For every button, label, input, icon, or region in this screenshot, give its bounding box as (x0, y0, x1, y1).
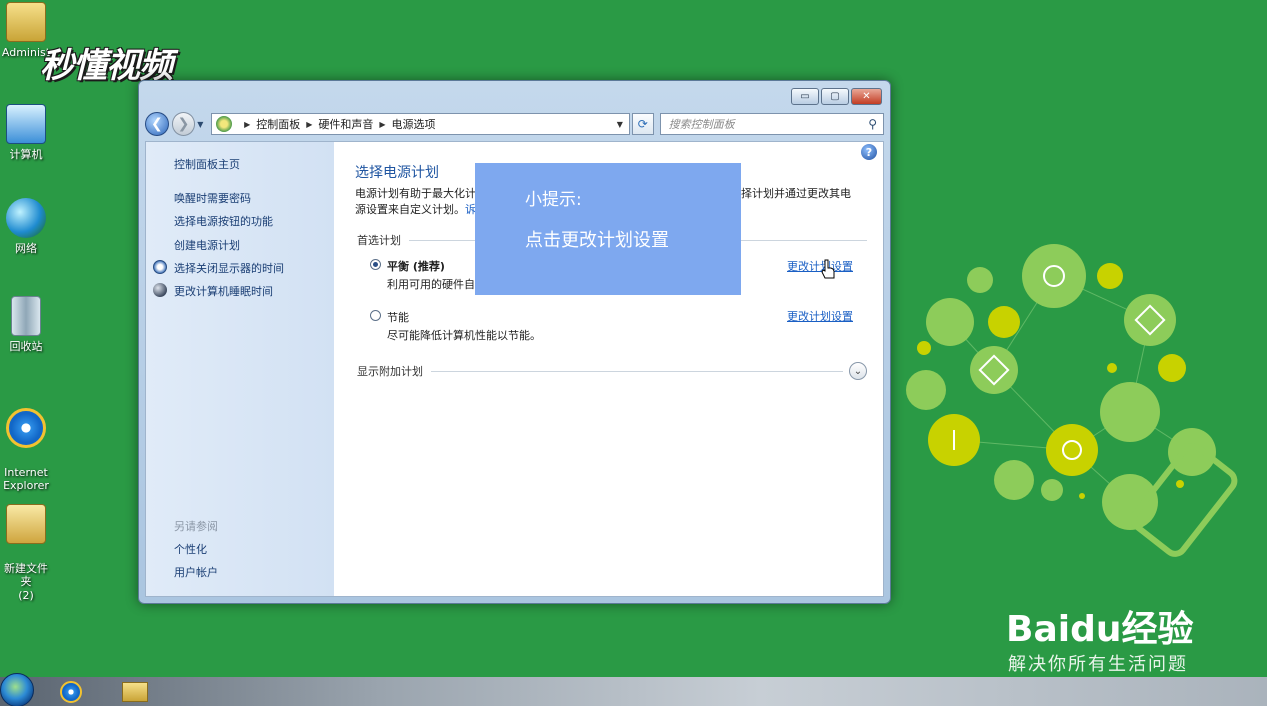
sidebar-link-create-plan[interactable]: 创建电源计划 (174, 237, 240, 253)
sidebar-link-home[interactable]: 控制面板主页 (174, 156, 240, 172)
chevron-down-icon[interactable]: ⌄ (849, 362, 867, 380)
sidebar-link-user-accounts[interactable]: 用户帐户 (174, 564, 218, 580)
search-box[interactable]: 搜索控制面板 ⚲ (659, 113, 884, 135)
plan-name: 平衡 (推荐) (387, 260, 445, 273)
desktop-icon-new-folder[interactable]: 新建文件夹 (2) (0, 490, 52, 617)
page-title: 选择电源计划 (355, 165, 439, 181)
see-also-label: 另请参阅 (174, 520, 218, 533)
decorative-brain-graphic (906, 244, 1238, 557)
divider (431, 370, 843, 372)
change-plan-settings-link-power-saver[interactable]: 更改计划设置 (787, 308, 853, 324)
breadcrumb-control-panel[interactable]: 控制面板 (256, 116, 300, 132)
desktop-icon-label: 计算机 (9, 148, 43, 161)
power-options-window: ▭ ▢ ✕ ❮ ❯ ▼ ▶ 控制面板 ▶ 硬件和声音 ▶ 电源选项 ▼ ⟳ 搜索… (138, 80, 891, 604)
windows-start-button[interactable] (0, 672, 34, 706)
help-icon[interactable]: ? (861, 144, 877, 160)
back-button[interactable]: ❮ (145, 112, 169, 136)
sleep-moon-icon (153, 283, 167, 297)
network-icon (6, 198, 46, 238)
folder-icon (6, 503, 46, 544)
sidebar-link-sleep-time[interactable]: 更改计算机睡眠时间 (174, 283, 273, 299)
plan-radio-selected[interactable] (370, 259, 381, 270)
control-panel-icon (216, 116, 233, 132)
preferred-plans-label: 首选计划 (357, 234, 401, 247)
additional-plans-header[interactable]: 显示附加计划 ⌄ (357, 362, 867, 380)
taskbar (0, 672, 1267, 706)
plan-name: 节能 (387, 311, 409, 324)
display-clock-icon (153, 260, 167, 274)
address-dropdown-icon[interactable]: ▼ (611, 120, 629, 129)
desktop-icon-network[interactable]: 网络 (0, 198, 52, 256)
forward-button[interactable]: ❯ (171, 112, 196, 136)
recycle-bin-icon (11, 296, 41, 336)
breadcrumb-hardware-sound[interactable]: 硬件和声音 (318, 116, 373, 132)
computer-icon (6, 104, 46, 144)
user-folder-icon (6, 2, 46, 42)
desktop-icon-label: Internet Explorer (3, 465, 49, 493)
refresh-icon: ⟳ (637, 117, 648, 131)
baidu-slogan: 解决你所有生活问题 (1008, 654, 1188, 675)
plan-description: 尽可能降低计算机性能以节能。 (387, 329, 541, 342)
sidebar-link-display-off[interactable]: 选择关闭显示器的时间 (174, 260, 284, 276)
breadcrumb-separator-icon[interactable]: ▶ (306, 120, 312, 129)
search-input[interactable]: 搜索控制面板 (669, 116, 735, 132)
folder-icon (122, 681, 148, 702)
taskbar-item-explorer[interactable] (108, 677, 162, 706)
sidebar-link-wake-password[interactable]: 唤醒时需要密码 (174, 190, 251, 206)
maximize-button[interactable]: ▢ (821, 88, 849, 105)
navigation-bar: ❮ ❯ ▼ ▶ 控制面板 ▶ 硬件和声音 ▶ 电源选项 ▼ ⟳ 搜索控制面板 ⚲ (145, 109, 884, 139)
desktop-icon-computer[interactable]: 计算机 (0, 104, 52, 162)
additional-plans-label: 显示附加计划 (357, 365, 423, 378)
plan-description: 利用可用的硬件自 (387, 278, 475, 291)
minimize-button[interactable]: ▭ (791, 88, 819, 105)
hand-cursor-icon (821, 259, 835, 279)
refresh-button[interactable]: ⟳ (631, 113, 654, 135)
breadcrumb-separator-icon[interactable]: ▶ (379, 120, 385, 129)
plan-radio[interactable] (370, 310, 381, 321)
internet-explorer-icon (6, 407, 46, 448)
description-line-2a: 源设置来自定义计划。 (355, 203, 465, 216)
address-bar[interactable]: ▶ 控制面板 ▶ 硬件和声音 ▶ 电源选项 ▼ (211, 113, 630, 135)
breadcrumb-separator-icon[interactable]: ▶ (244, 120, 250, 129)
breadcrumb-power-options[interactable]: 电源选项 (392, 116, 436, 132)
baidu-jingyan-logo: Baidu经验 (1006, 609, 1194, 650)
internet-explorer-icon (60, 680, 82, 703)
sidebar-link-power-buttons[interactable]: 选择电源按钮的功能 (174, 213, 273, 229)
task-sidebar: 控制面板主页 唤醒时需要密码 选择电源按钮的功能 创建电源计划 选择关闭显示器的… (146, 142, 334, 596)
description-line-1b: 选择计划并通过更改其电 (730, 187, 851, 200)
sidebar-link-personalize[interactable]: 个性化 (174, 541, 207, 557)
desktop-icon-label: 新建文件夹 (2) (4, 561, 48, 603)
desktop-icon-label: 网络 (15, 242, 37, 255)
tip-body: 点击更改计划设置 (525, 230, 669, 251)
window-controls: ▭ ▢ ✕ (791, 88, 882, 105)
close-button[interactable]: ✕ (851, 88, 882, 105)
taskbar-item-ie[interactable] (44, 677, 98, 706)
search-icon[interactable]: ⚲ (868, 117, 877, 131)
description-line-1a: 电源计划有助于最大化计 (355, 187, 476, 200)
desktop-icon-recycle-bin[interactable]: 回收站 (0, 296, 52, 354)
tip-overlay: 小提示: 点击更改计划设置 (475, 163, 741, 295)
desktop-icon-label: 回收站 (9, 340, 43, 353)
recent-pages-dropdown[interactable]: ▼ (197, 120, 207, 129)
tip-title: 小提示: (525, 190, 582, 210)
